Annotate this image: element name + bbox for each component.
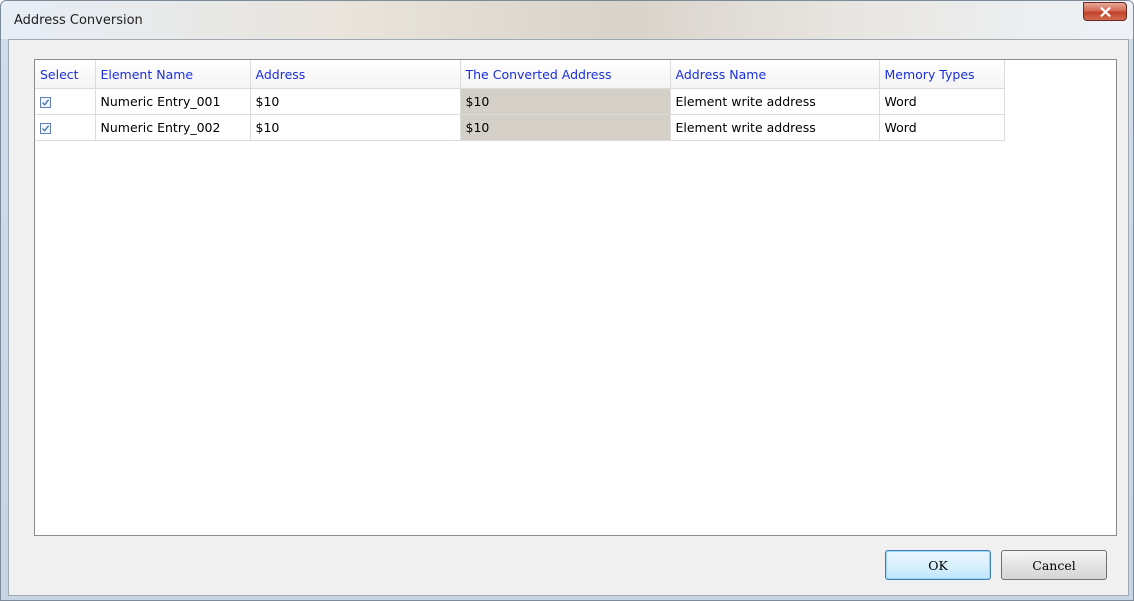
table-row[interactable]: Numeric Entry_001 $10 $10 Element write … xyxy=(35,88,1005,115)
title-bar[interactable]: Address Conversion xyxy=(1,1,1133,39)
dialog-client-area: Select Element Name Address The Converte… xyxy=(8,39,1129,596)
address-table: Select Element Name Address The Converte… xyxy=(35,60,1005,141)
select-cell[interactable] xyxy=(35,114,96,141)
address-cell[interactable]: $10 xyxy=(250,114,461,141)
row-select-checkbox[interactable] xyxy=(40,97,51,108)
table-header-row: Select Element Name Address The Converte… xyxy=(35,60,1005,89)
ok-button[interactable]: OK xyxy=(885,550,991,580)
converted-address-cell: $10 xyxy=(460,114,671,141)
address-conversion-dialog: Address Conversion Select Element Name A… xyxy=(0,0,1134,601)
address-grid[interactable]: Select Element Name Address The Converte… xyxy=(34,59,1117,536)
column-header-element-name[interactable]: Element Name xyxy=(95,60,251,89)
table-row[interactable]: Numeric Entry_002 $10 $10 Element write … xyxy=(35,114,1005,141)
close-icon xyxy=(1099,6,1111,17)
select-cell[interactable] xyxy=(35,88,96,115)
checkbox-checked-icon xyxy=(42,99,50,106)
row-select-checkbox[interactable] xyxy=(40,123,51,134)
element-name-cell[interactable]: Numeric Entry_001 xyxy=(95,88,251,115)
address-name-cell: Element write address xyxy=(670,114,880,141)
memory-type-cell: Word xyxy=(879,114,1005,141)
checkbox-checked-icon xyxy=(42,125,50,132)
column-header-converted-address[interactable]: The Converted Address xyxy=(460,60,671,89)
column-header-address-name[interactable]: Address Name xyxy=(670,60,880,89)
close-button[interactable] xyxy=(1083,2,1127,21)
column-header-memory-types[interactable]: Memory Types xyxy=(879,60,1005,89)
window-title: Address Conversion xyxy=(14,13,143,28)
column-header-select[interactable]: Select xyxy=(35,60,96,89)
address-name-cell: Element write address xyxy=(670,88,880,115)
element-name-cell[interactable]: Numeric Entry_002 xyxy=(95,114,251,141)
cancel-button[interactable]: Cancel xyxy=(1001,550,1107,580)
column-header-address[interactable]: Address xyxy=(250,60,461,89)
converted-address-cell: $10 xyxy=(460,88,671,115)
memory-type-cell: Word xyxy=(879,88,1005,115)
address-cell[interactable]: $10 xyxy=(250,88,461,115)
